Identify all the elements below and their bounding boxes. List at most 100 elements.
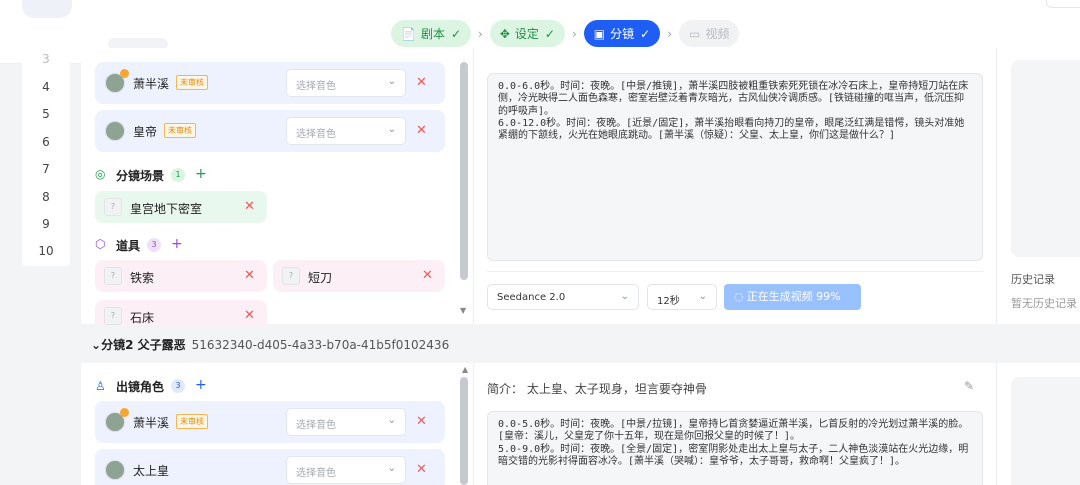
remove-prop-button[interactable]: ✕ — [244, 269, 255, 283]
remove-role-button[interactable]: ✕ — [416, 463, 427, 477]
voice-select-placeholder: 选择音色 — [296, 468, 336, 479]
line-number: 9 — [42, 217, 50, 231]
chevron-down-icon: ⌄ — [387, 76, 396, 87]
video-icon: ▭ — [689, 26, 701, 41]
check-icon: ✓ — [544, 26, 555, 41]
status-badge: 未审核 — [164, 123, 196, 138]
column-divider — [996, 363, 997, 485]
top-right-button[interactable] — [1046, 0, 1080, 8]
prop-name: 石床 — [130, 311, 155, 325]
voice-select[interactable]: 选择音色 ⌄ — [286, 117, 406, 145]
chevron-down-icon: ⌄ — [387, 124, 396, 135]
chevron-down-icon: ⌄ — [698, 291, 707, 302]
voice-select[interactable]: 选择音色 ⌄ — [286, 408, 406, 436]
step-label: 分镜 — [610, 27, 635, 41]
step-storyboard[interactable]: ▣ 分镜 ✓ — [583, 20, 661, 47]
edit-icon[interactable]: ✎ — [964, 379, 974, 393]
check-icon: ✓ — [640, 26, 651, 41]
prop-name: 铁索 — [130, 271, 155, 285]
avatar — [105, 460, 125, 480]
step-label: 剧本 — [420, 27, 445, 41]
role-chip: 萧半溪 未审核 选择音色 ⌄ ✕ — [95, 62, 445, 104]
step-video[interactable]: ▭ 视频 — [679, 20, 740, 47]
remove-role-button[interactable]: ✕ — [416, 76, 427, 90]
step-script[interactable]: 📄 剧本 ✓ — [391, 20, 472, 47]
duration-value: 12秒 — [657, 296, 680, 307]
status-badge: 未审核 — [176, 75, 208, 90]
check-icon: ✓ — [450, 26, 462, 41]
video-preview — [1011, 60, 1080, 257]
prop-chip: ? 铁索 ✕ — [95, 260, 267, 292]
scroll-down-icon[interactable]: ▼ — [460, 306, 466, 315]
line-number: 4 — [42, 80, 50, 94]
history-empty-text: 暂无历史记录 — [1011, 297, 1077, 310]
shot-script-textarea[interactable]: 0.0-6.0秒。时间：夜晚。[中景/推镜]，萧半溪四肢被粗重铁索死死锁在冰冷石… — [487, 73, 983, 261]
duration-select[interactable]: 12秒 ⌄ — [647, 284, 717, 310]
chevron-right-icon: › — [571, 26, 577, 41]
sparkle-icon: ✥ — [499, 26, 510, 41]
voice-select[interactable]: 选择音色 ⌄ — [286, 69, 406, 97]
line-number: 10 — [38, 244, 54, 258]
remove-role-button[interactable]: ✕ — [416, 124, 427, 138]
left-scrollbar[interactable] — [460, 62, 468, 280]
chevron-right-icon: › — [667, 26, 673, 41]
shot-id: 51632340-d405-4a33-b70a-41b5f0102436 — [191, 338, 450, 352]
summary: 简介： 太上皇、太子现身，坦言要夺神骨 — [487, 380, 707, 397]
step-label: 视频 — [705, 27, 730, 41]
props-count-badge: 3 — [147, 238, 161, 252]
remove-prop-button[interactable]: ✕ — [422, 269, 433, 283]
top-left-logo — [22, 0, 72, 18]
roles-title: 出镜角色 — [116, 380, 165, 394]
remove-scene-button[interactable]: ✕ — [244, 200, 255, 214]
cube-icon: ⬡ — [95, 237, 106, 251]
voice-select[interactable]: 选择音色 ⌄ — [286, 456, 406, 484]
shot-header-2[interactable]: ⌄分镜2 父子露恶 51632340-d405-4a33-b70a-41b5f01… — [81, 326, 1080, 361]
left-scrollbar[interactable] — [460, 377, 468, 485]
add-prop-button[interactable]: + — [171, 237, 183, 251]
remove-prop-button[interactable]: ✕ — [244, 309, 255, 323]
placeholder-image-icon: ? — [282, 267, 300, 285]
model-value: Seedance 2.0 — [497, 292, 566, 303]
generate-video-button[interactable]: ◌ 正在生成视频 99% — [724, 284, 861, 310]
role-name: 皇帝 — [133, 125, 158, 139]
scroll-up-icon[interactable]: ▲ — [462, 365, 468, 374]
role-name: 太上皇 — [133, 464, 170, 478]
shot-card-2: ♙ 出镜角色 3 + 萧半溪 未审核 选择音色 ⌄ ✕ 太上皇 选择音色 ⌄ ✕… — [81, 363, 1080, 485]
column-divider — [996, 48, 997, 324]
chevron-down-icon: ⌄ — [620, 291, 629, 302]
column-divider — [473, 48, 474, 324]
placeholder-image-icon: ? — [104, 307, 122, 325]
generate-label: 正在生成视频 99% — [746, 290, 841, 303]
chevron-down-icon: ⌄ — [91, 338, 102, 352]
placeholder-image-icon: ? — [104, 198, 122, 216]
step-progress: 📄 剧本 ✓ › ✥ 设定 ✓ › ▣ 分镜 ✓ › ▭ 视频 — [391, 20, 740, 47]
line-number: 7 — [42, 162, 50, 176]
prop-chip: ? 短刀 ✕ — [273, 260, 445, 292]
step-settings[interactable]: ✥ 设定 ✓ — [489, 20, 565, 47]
scenes-title: 分镜场景 — [116, 169, 165, 183]
role-name: 萧半溪 — [133, 416, 170, 430]
shot-header-title: ⌄分镜2 父子露恶 51632340-d405-4a33-b70a-41b5f01… — [91, 336, 449, 353]
remove-role-button[interactable]: ✕ — [416, 415, 427, 429]
line-number: 6 — [42, 135, 50, 149]
divider — [487, 271, 983, 272]
add-scene-button[interactable]: + — [195, 167, 207, 181]
model-select[interactable]: Seedance 2.0 ⌄ — [487, 284, 639, 310]
scene-name: 皇宫地下密室 — [130, 202, 203, 216]
line-number: 8 — [42, 190, 50, 204]
role-chip: 萧半溪 未审核 选择音色 ⌄ ✕ — [95, 401, 445, 443]
add-role-button[interactable]: + — [195, 378, 207, 392]
step-label: 设定 — [514, 27, 539, 41]
avatar-badge-icon — [120, 408, 129, 417]
storyboard-page: 📄 剧本 ✓ › ✥ 设定 ✓ › ▣ 分镜 ✓ › ▭ 视频 3 4 5 6 … — [0, 0, 1080, 485]
column-divider — [473, 363, 474, 485]
history-title: 历史记录 — [1011, 273, 1055, 286]
chevron-right-icon: › — [478, 26, 483, 41]
location-pin-icon: ◎ — [95, 167, 106, 181]
line-number: 3 — [42, 52, 50, 66]
status-badge: 未审核 — [176, 414, 208, 429]
role-name: 萧半溪 — [133, 77, 170, 91]
user-icon: ♙ — [95, 379, 106, 393]
layout-icon: ▣ — [593, 26, 606, 41]
shot-script-textarea[interactable]: 0.0-5.0秒。时间：夜晚。[中景/拉镜]，皇帝持匕首贪婪逼近萧半溪，匕首反射… — [487, 411, 983, 485]
